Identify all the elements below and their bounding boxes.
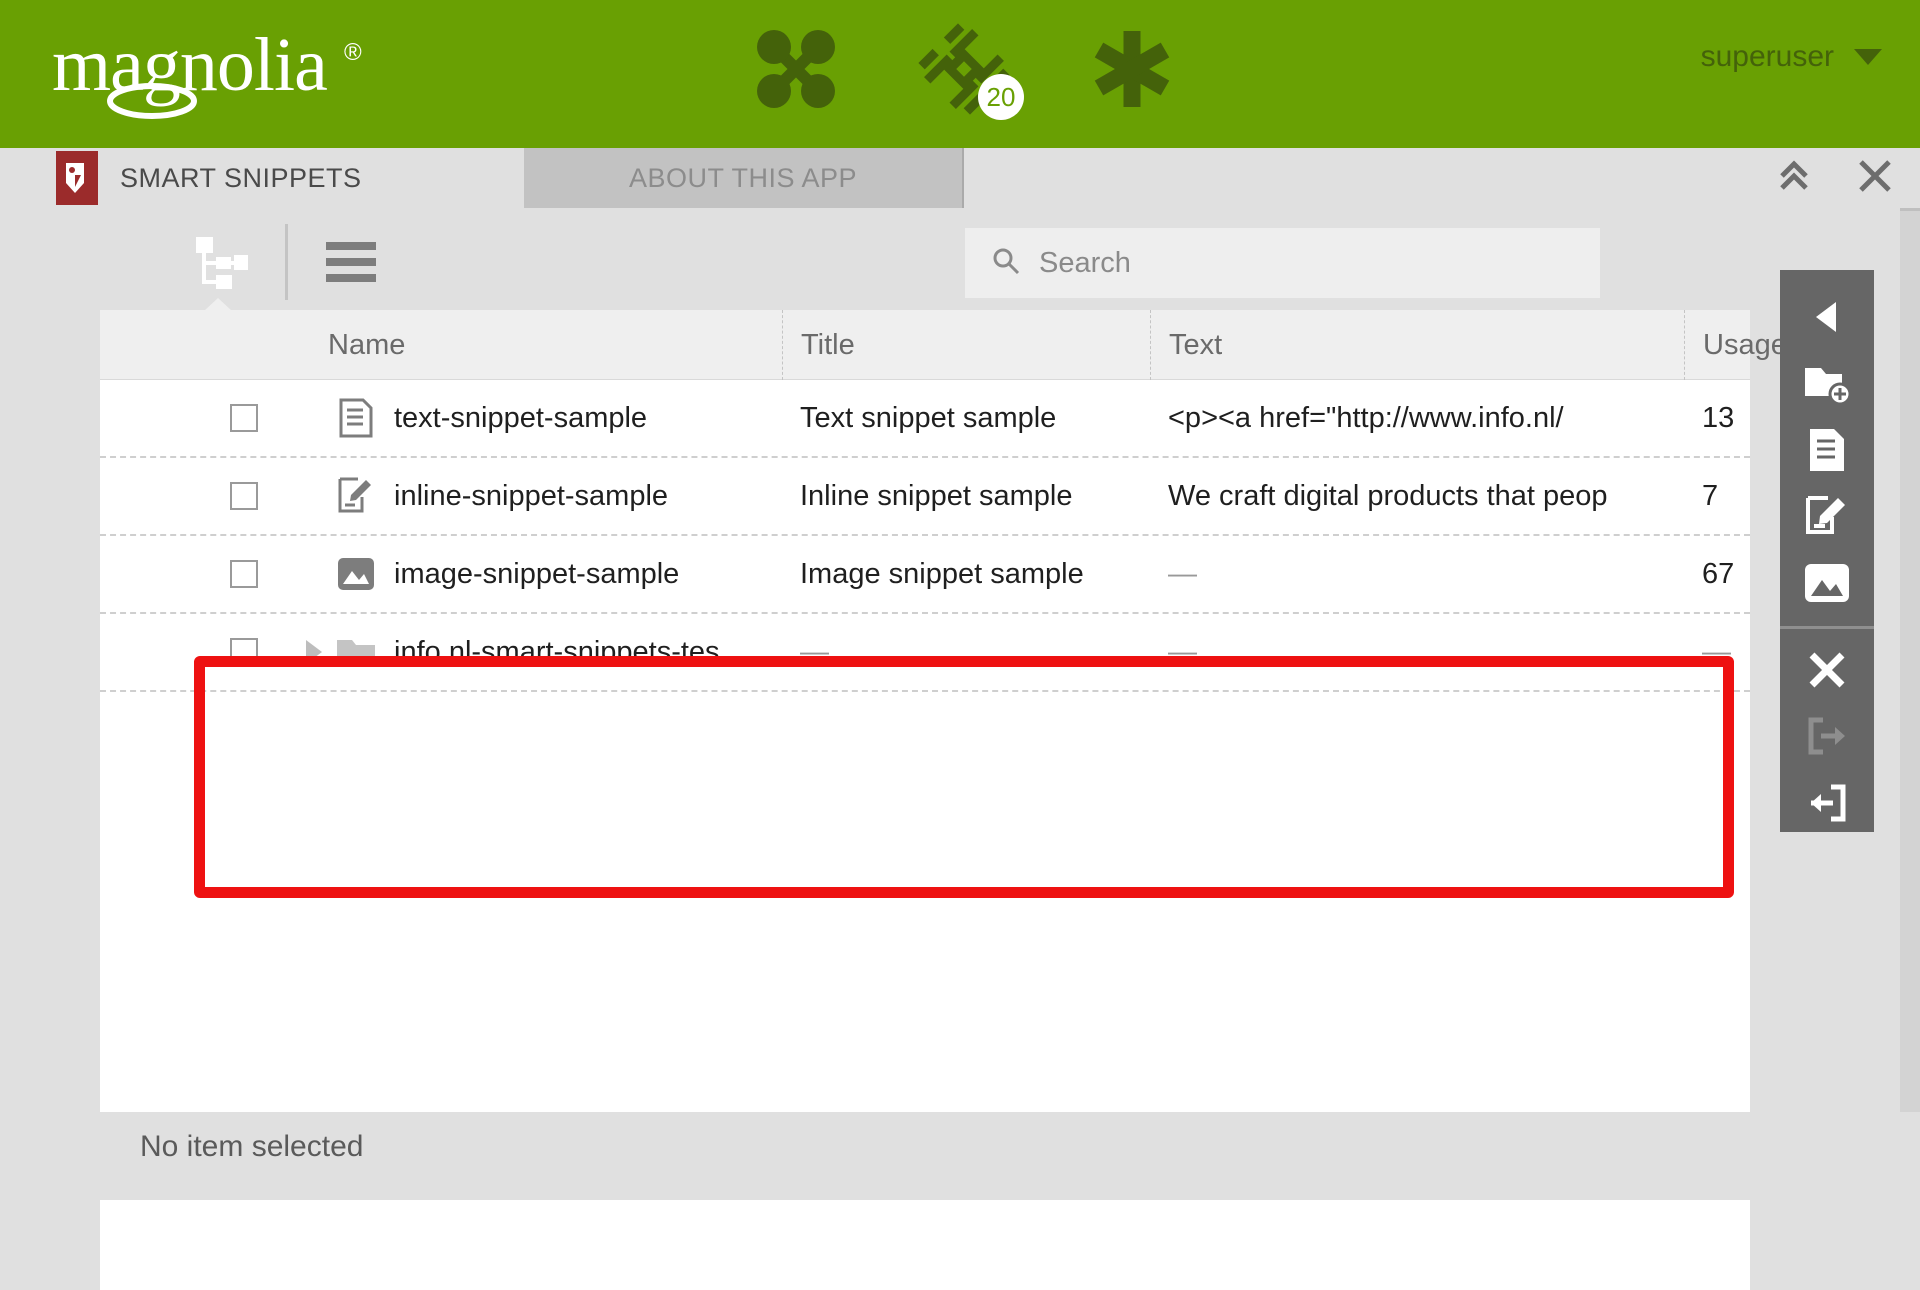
pulse-icon[interactable]: 20 bbox=[910, 14, 1018, 124]
row-name-cell: image-snippet-sample bbox=[336, 553, 776, 595]
search-input[interactable]: Search bbox=[965, 228, 1600, 298]
list-view-icon[interactable] bbox=[318, 232, 384, 292]
close-icon[interactable] bbox=[1856, 157, 1894, 200]
row-checkbox[interactable] bbox=[230, 560, 258, 588]
tabbar-controls bbox=[1776, 148, 1894, 208]
status-footer: No item selected bbox=[0, 1112, 1920, 1200]
add-image-snippet-button[interactable] bbox=[1780, 554, 1874, 612]
row-title-cell: Image snippet sample bbox=[800, 558, 1160, 591]
favorites-icon[interactable] bbox=[1078, 14, 1186, 124]
folder-icon bbox=[336, 631, 376, 673]
toolbar-divider bbox=[285, 224, 288, 300]
column-header-usage[interactable]: Usage bbox=[1684, 310, 1794, 380]
row-title-cell: Inline snippet sample bbox=[800, 480, 1160, 513]
table-header-row: Name Title Text Usage S bbox=[100, 310, 1750, 380]
chevron-down-icon bbox=[1854, 49, 1882, 65]
tab-about-this-app-label: ABOUT THIS APP bbox=[629, 163, 857, 194]
user-menu-label: superuser bbox=[1701, 40, 1834, 74]
row-checkbox[interactable] bbox=[230, 482, 258, 510]
add-text-snippet-button[interactable] bbox=[1780, 421, 1874, 479]
expand-row-icon[interactable] bbox=[306, 640, 322, 664]
main-content: Search Name Title Text Usage S bbox=[0, 208, 1920, 1200]
status-text: No item selected bbox=[140, 1130, 363, 1164]
action-bar bbox=[1780, 270, 1874, 832]
row-text-cell: <p><a href="http://www.info.nl/ bbox=[1168, 402, 1698, 435]
action-bar-divider bbox=[1780, 626, 1874, 629]
row-name-cell: inline-snippet-sample bbox=[336, 475, 776, 517]
search-icon bbox=[991, 246, 1021, 281]
row-title-cell: — bbox=[800, 636, 1160, 669]
view-toolbar: Search bbox=[0, 208, 1750, 316]
import-button[interactable] bbox=[1780, 774, 1874, 832]
column-header-title[interactable]: Title bbox=[782, 310, 1142, 380]
magnolia-logo[interactable]: magnolia ® bbox=[52, 28, 382, 120]
search-placeholder: Search bbox=[1039, 247, 1131, 280]
tab-bar: SMART SNIPPETS ABOUT THIS APP bbox=[0, 148, 1920, 208]
row-name-cell: info.nl-smart-snippets-tes bbox=[336, 631, 776, 673]
tab-smart-snippets[interactable]: SMART SNIPPETS bbox=[56, 148, 362, 208]
tag-icon bbox=[56, 151, 98, 205]
vertical-scroll-thumb[interactable] bbox=[1900, 208, 1920, 211]
row-checkbox[interactable] bbox=[230, 638, 258, 666]
pulse-badge-count: 20 bbox=[978, 74, 1024, 120]
chevron-double-up-icon[interactable] bbox=[1776, 158, 1812, 199]
row-name-label: info.nl-smart-snippets-tes bbox=[394, 636, 720, 669]
row-text-cell: — bbox=[1168, 558, 1698, 591]
apps-icon[interactable] bbox=[742, 14, 850, 124]
collapse-panel-button[interactable] bbox=[1780, 288, 1874, 346]
tab-about-this-app[interactable]: ABOUT THIS APP bbox=[524, 148, 964, 208]
row-text-cell: — bbox=[1168, 636, 1698, 669]
row-name-label: image-snippet-sample bbox=[394, 558, 679, 591]
user-menu-button[interactable]: superuser bbox=[1701, 40, 1882, 74]
table-row[interactable]: image-snippet-sample Image snippet sampl… bbox=[100, 536, 1750, 614]
add-folder-button[interactable] bbox=[1780, 354, 1874, 412]
column-header-text[interactable]: Text bbox=[1150, 310, 1680, 380]
table-row[interactable]: inline-snippet-sample Inline snippet sam… bbox=[100, 458, 1750, 536]
add-inline-snippet-button[interactable] bbox=[1780, 487, 1874, 545]
tab-smart-snippets-label: SMART SNIPPETS bbox=[120, 163, 362, 194]
row-name-label: text-snippet-sample bbox=[394, 402, 647, 435]
row-text-cell: We craft digital products that peop bbox=[1168, 480, 1698, 513]
row-name-label: inline-snippet-sample bbox=[394, 480, 668, 513]
edit-document-icon bbox=[336, 475, 376, 517]
vertical-scroll-strip[interactable] bbox=[1900, 208, 1920, 1200]
delete-button[interactable] bbox=[1780, 641, 1874, 699]
topbar-icon-group: 20 bbox=[742, 14, 1186, 124]
table-row[interactable]: text-snippet-sample Text snippet sample … bbox=[100, 380, 1750, 458]
table-row[interactable]: info.nl-smart-snippets-tes — — — bbox=[100, 614, 1750, 692]
panel-caret-indicator bbox=[204, 298, 232, 311]
image-icon bbox=[336, 553, 376, 595]
svg-text:®: ® bbox=[344, 39, 362, 66]
row-title-cell: Text snippet sample bbox=[800, 402, 1160, 435]
tree-view-icon[interactable] bbox=[188, 232, 254, 292]
row-checkbox[interactable] bbox=[230, 404, 258, 432]
column-header-name[interactable]: Name bbox=[310, 310, 640, 380]
row-name-cell: text-snippet-sample bbox=[336, 397, 776, 439]
export-button[interactable] bbox=[1780, 707, 1874, 765]
top-bar: magnolia ® bbox=[0, 0, 1920, 148]
text-document-icon bbox=[336, 397, 376, 439]
